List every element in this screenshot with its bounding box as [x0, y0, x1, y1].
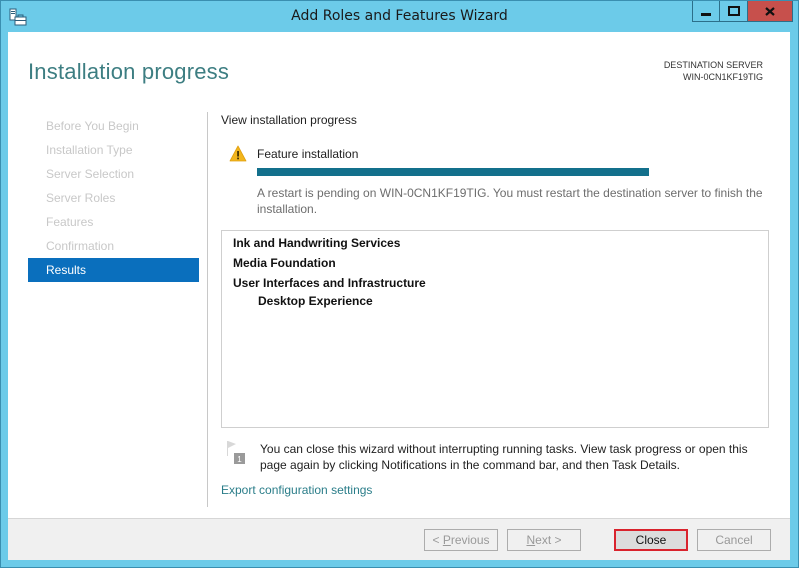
restart-pending-message: A restart is pending on WIN-0CN1KF19TIG.… [257, 186, 763, 216]
progress-fill [257, 168, 649, 176]
page-title: Installation progress [28, 59, 230, 84]
nav-divider [207, 112, 208, 507]
maximize-icon [727, 6, 740, 16]
minimize-button[interactable] [692, 1, 720, 22]
result-item: User Interfaces and Infrastructure [233, 276, 426, 290]
previous-label: revious [450, 533, 490, 547]
result-item: Ink and Handwriting Services [233, 236, 401, 250]
close-wizard-info-message: You can close this wizard without interr… [260, 442, 748, 472]
destination-server-name: WIN-0CN1KF19TIG [682, 72, 763, 82]
svg-text:1: 1 [237, 455, 242, 464]
previous-prefix: < [432, 533, 443, 547]
next-accesskey: N [526, 533, 536, 547]
previous-button[interactable]: < Previous [424, 529, 498, 551]
wizard-client-area: Installation progress DESTINATION SERVER… [8, 32, 790, 560]
cancel-button[interactable]: Cancel [697, 529, 771, 551]
destination-server-label: DESTINATION SERVER [663, 60, 763, 70]
results-list[interactable]: Ink and Handwriting Services Media Found… [221, 230, 769, 428]
maximize-button[interactable] [720, 1, 748, 22]
close-icon [765, 6, 775, 16]
title-bar[interactable]: Add Roles and Features Wizard [1, 1, 798, 32]
result-subitem: Desktop Experience [258, 294, 373, 308]
result-item: Media Foundation [233, 256, 336, 270]
warning-icon [229, 145, 247, 162]
nav-item-server-selection: Server Selection [46, 167, 135, 181]
nav-item-installation-type: Installation Type [46, 143, 133, 157]
nav-item-results[interactable]: Results [28, 258, 199, 282]
previous-accesskey: P [442, 533, 451, 547]
nav-item-confirmation: Confirmation [46, 239, 115, 253]
minimize-icon [701, 12, 711, 16]
wizard-footer: < Previous Next > Close Cancel [8, 518, 790, 560]
export-configuration-link[interactable]: Export configuration settings [221, 483, 372, 497]
nav-item-before-you-begin: Before You Begin [46, 119, 139, 133]
close-window-button[interactable] [748, 1, 793, 22]
wizard-steps-nav: Before You Begin Installation Type Serve… [28, 114, 199, 282]
nav-item-server-roles: Server Roles [46, 191, 116, 205]
nav-item-features: Features [46, 215, 94, 229]
installation-progress-bar [257, 168, 649, 176]
wizard-window: Add Roles and Features Wizard Installati… [0, 0, 799, 568]
section-label: View installation progress [221, 113, 357, 127]
next-label: ext > [535, 533, 562, 547]
feature-installation-label: Feature installation [257, 147, 359, 161]
destination-server-info: DESTINATION SERVER WIN-0CN1KF19TIG [664, 59, 763, 83]
window-title: Add Roles and Features Wizard [291, 8, 508, 24]
next-button[interactable]: Next > [507, 529, 581, 551]
close-button[interactable]: Close [614, 529, 688, 551]
notification-flag-icon: 1 [227, 441, 245, 464]
